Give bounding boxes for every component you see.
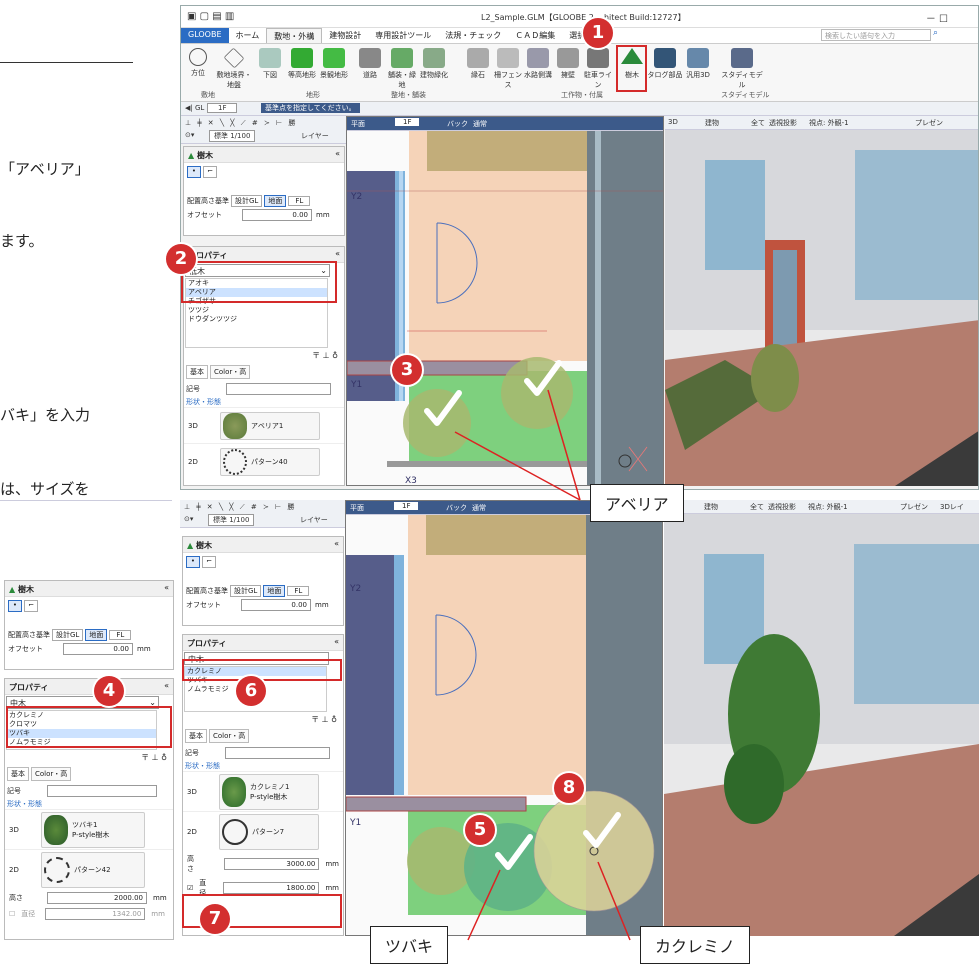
callout-kakuremino: カクレミノ (640, 926, 751, 964)
callout-tsubaki: ツバキ (370, 926, 449, 964)
callout-abelia: アベリア (590, 484, 684, 522)
callout-leaders (454, 389, 631, 941)
